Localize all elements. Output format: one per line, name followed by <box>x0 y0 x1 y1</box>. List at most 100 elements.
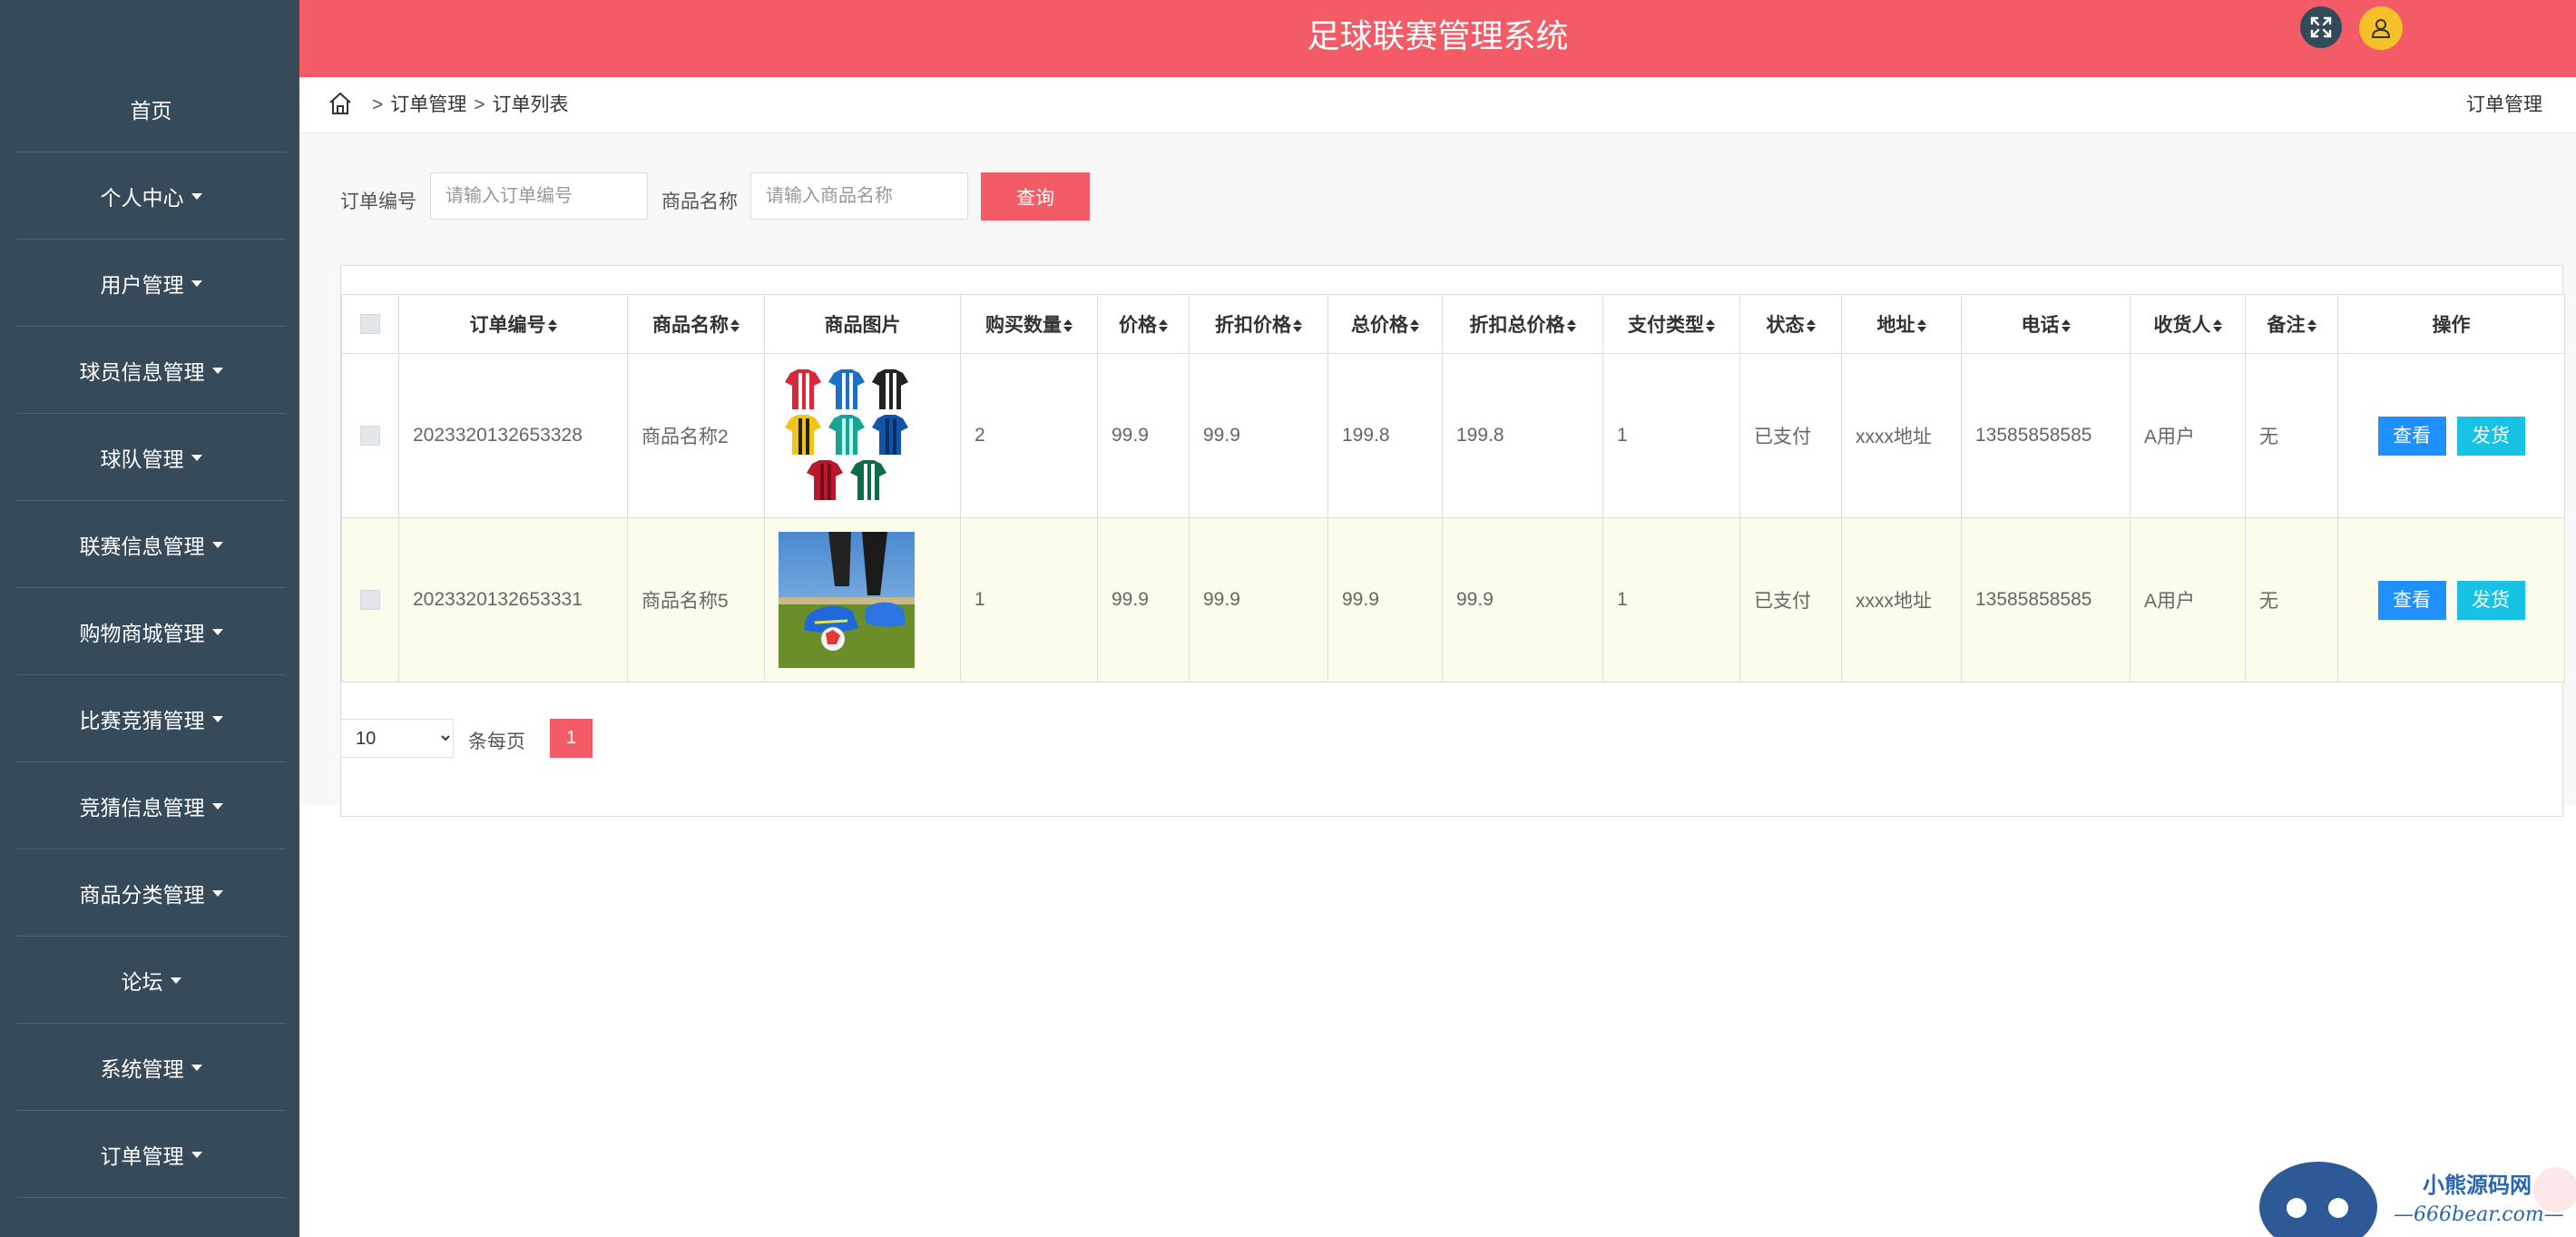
column-header-address[interactable]: 地址 <box>1841 294 1962 354</box>
column-header-pay-type[interactable]: 支付类型 <box>1602 294 1740 354</box>
sort-icon <box>1706 319 1715 333</box>
sort-icon <box>1410 319 1419 333</box>
user-avatar-button[interactable] <box>2359 6 2403 50</box>
jerseys-thumbnail-image[interactable] <box>779 368 915 504</box>
view-button[interactable]: 查看 <box>2377 416 2446 456</box>
column-header-order-no[interactable]: 订单编号 <box>398 294 628 354</box>
sidebar-item-order-management[interactable]: 订单管理 <box>16 1111 286 1198</box>
watermark-logo: 小熊源码网 —666bear.com— <box>2259 1153 2576 1237</box>
column-header-discount-price[interactable]: 折扣价格 <box>1189 294 1328 354</box>
sidebar-item-label: 竞猜信息管理 <box>79 795 205 820</box>
caret-down-icon <box>211 629 223 635</box>
caret-down-icon <box>191 280 202 287</box>
sidebar: 首页 个人中心 用户管理 球员信息管理 球队管理 联赛信息管理 购物商城管理 比… <box>0 0 299 1237</box>
sidebar-item-match-guess-management[interactable]: 比赛竞猜管理 <box>16 675 286 762</box>
caret-down-icon <box>211 368 223 374</box>
sidebar-item-league-management[interactable]: 联赛信息管理 <box>16 501 286 588</box>
sort-icon <box>2307 319 2316 333</box>
caret-down-icon <box>211 803 223 810</box>
sidebar-item-forum[interactable]: 论坛 <box>16 937 286 1024</box>
caret-down-icon <box>211 716 223 722</box>
cell-pay-type: 1 <box>1602 517 1740 682</box>
breadcrumb-current-section: 订单管理 <box>2466 94 2542 115</box>
goods-name-input[interactable] <box>750 172 968 220</box>
sidebar-item-label: 联赛信息管理 <box>79 534 205 558</box>
cell-address: xxxx地址 <box>1841 353 1962 518</box>
cell-status: 已支付 <box>1739 353 1842 518</box>
breadcrumb-separator: > <box>372 94 384 115</box>
watermark-url: —666bear.com— <box>2394 1203 2564 1226</box>
cell-discount-price: 99.9 <box>1189 517 1328 682</box>
sidebar-item-system-management[interactable]: 系统管理 <box>16 1024 286 1111</box>
view-button[interactable]: 查看 <box>2377 580 2446 620</box>
caret-down-icon <box>211 542 223 548</box>
order-table-container: 订单编号 商品名称 商品图片 购买数量 价格 折扣价格 总价格 折扣总价格 支付… <box>340 265 2565 817</box>
row-checkbox[interactable] <box>360 590 380 611</box>
cell-remark: 无 <box>2245 353 2338 518</box>
top-header: 足球联赛管理系统 <box>299 0 2576 77</box>
cell-phone: 13585858585 <box>1961 353 2130 518</box>
sidebar-item-home[interactable]: 首页 <box>16 65 286 152</box>
sidebar-item-label: 用户管理 <box>100 272 184 297</box>
sidebar-item-label: 球队管理 <box>100 447 184 471</box>
cell-order-no: 2023320132653331 <box>398 517 628 682</box>
sort-icon <box>2212 319 2222 333</box>
query-button[interactable]: 查询 <box>981 172 1090 221</box>
column-header-total[interactable]: 总价格 <box>1327 294 1443 354</box>
football-boots-thumbnail-image[interactable] <box>779 532 915 668</box>
caret-down-icon <box>191 193 202 200</box>
sort-icon <box>547 319 557 333</box>
sidebar-item-label: 首页 <box>130 98 172 123</box>
breadcrumb-item-order-management[interactable]: 订单管理 <box>390 94 466 115</box>
caret-down-icon <box>191 1065 202 1071</box>
sidebar-item-shop-management[interactable]: 购物商城管理 <box>16 588 286 675</box>
cell-total: 199.8 <box>1327 353 1443 518</box>
ship-button[interactable]: 发货 <box>2456 416 2525 456</box>
sort-icon <box>1566 319 1576 333</box>
cell-quantity: 2 <box>960 353 1098 518</box>
order-table: 订单编号 商品名称 商品图片 购买数量 价格 折扣价格 总价格 折扣总价格 支付… <box>341 294 2565 682</box>
expand-icon <box>2310 16 2332 38</box>
column-header-discount-total[interactable]: 折扣总价格 <box>1442 294 1603 354</box>
column-header-goods-image: 商品图片 <box>764 294 961 354</box>
home-icon[interactable] <box>327 90 354 117</box>
cell-order-no: 2023320132653328 <box>398 353 628 518</box>
sidebar-item-label: 论坛 <box>121 969 163 994</box>
column-header-receiver[interactable]: 收货人 <box>2130 294 2246 354</box>
page-number-button[interactable]: 1 <box>550 719 593 758</box>
column-header-goods-name[interactable]: 商品名称 <box>627 294 765 354</box>
cell-total: 99.9 <box>1327 517 1443 682</box>
cell-quantity: 1 <box>960 517 1098 682</box>
sidebar-item-user-management[interactable]: 用户管理 <box>16 240 286 327</box>
column-header-phone[interactable]: 电话 <box>1961 294 2130 354</box>
page-size-select[interactable]: 10 <box>340 719 454 758</box>
cell-goods-name: 商品名称2 <box>627 353 765 518</box>
sidebar-item-personal-center[interactable]: 个人中心 <box>16 152 286 240</box>
fullscreen-button[interactable] <box>2300 6 2342 48</box>
sort-icon <box>1806 319 1816 333</box>
column-header-status[interactable]: 状态 <box>1739 294 1842 354</box>
row-checkbox[interactable] <box>360 426 380 447</box>
page-title: 足球联赛管理系统 <box>1307 17 1569 54</box>
order-no-input[interactable] <box>430 172 648 220</box>
sort-icon <box>2061 319 2071 333</box>
sidebar-item-goods-category-management[interactable]: 商品分类管理 <box>16 849 286 937</box>
sidebar-item-team-management[interactable]: 球队管理 <box>16 414 286 501</box>
cell-phone: 13585858585 <box>1961 517 2130 682</box>
sidebar-item-guess-info-management[interactable]: 竞猜信息管理 <box>16 762 286 849</box>
main-content: 订单编号 商品名称 查询 订单编号 商品名称 商品图片 购买数量 价格 折扣价格… <box>299 133 2576 817</box>
sort-icon <box>1159 319 1168 333</box>
cell-price: 99.9 <box>1097 353 1190 518</box>
cell-remark: 无 <box>2245 517 2338 682</box>
column-header-remark[interactable]: 备注 <box>2245 294 2338 354</box>
ship-button[interactable]: 发货 <box>2456 580 2525 620</box>
column-header-price[interactable]: 价格 <box>1097 294 1190 354</box>
bear-logo-icon <box>2259 1162 2377 1237</box>
select-all-checkbox[interactable] <box>360 314 380 335</box>
cell-pay-type: 1 <box>1602 353 1740 518</box>
sidebar-item-label: 商品分类管理 <box>79 882 205 907</box>
cell-status: 已支付 <box>1739 517 1842 682</box>
sort-icon <box>730 319 739 333</box>
column-header-quantity[interactable]: 购买数量 <box>960 294 1098 354</box>
sidebar-item-player-management[interactable]: 球员信息管理 <box>16 327 286 414</box>
